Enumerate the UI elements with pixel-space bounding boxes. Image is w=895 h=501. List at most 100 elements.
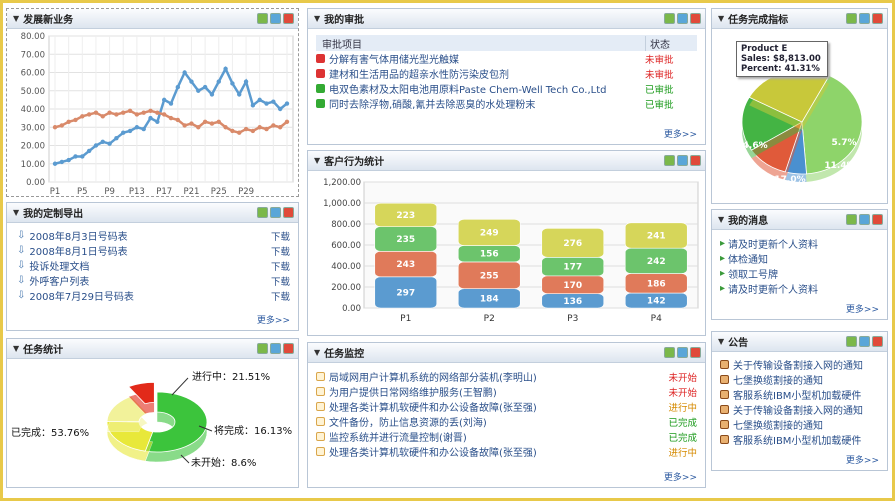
panel-header[interactable]: ▼ 我的定制导出 bbox=[7, 203, 298, 223]
download-link[interactable]: 下载 bbox=[271, 229, 290, 243]
notice-link[interactable]: 客服系统IBM小型机加载硬件 bbox=[733, 387, 861, 402]
panel-header[interactable]: ▼ 任务监控 bbox=[308, 343, 705, 363]
download-link[interactable]: 下载 bbox=[271, 244, 290, 258]
message-link[interactable]: 请及时更新个人资料 bbox=[728, 281, 818, 296]
panel-header[interactable]: ▼ 任务完成指标 bbox=[712, 9, 887, 29]
download-icon: ⇩ bbox=[17, 230, 26, 241]
minimize-icon[interactable] bbox=[664, 13, 675, 24]
notice-link[interactable]: 七堡换缆割接的通知 bbox=[733, 417, 823, 432]
task-item-label[interactable]: 监控系统并进行流量控制(谢晋) bbox=[329, 429, 467, 444]
list-item: ⇩ 2008年8月3日号码表 下载 bbox=[17, 228, 290, 243]
approval-item-label[interactable]: 建材和生活用品的超亲水性防污染皮包剂 bbox=[329, 66, 509, 81]
close-icon[interactable] bbox=[690, 347, 701, 358]
maximize-icon[interactable] bbox=[677, 155, 688, 166]
data-point bbox=[168, 101, 174, 106]
close-icon[interactable] bbox=[872, 214, 883, 225]
data-label: 297 bbox=[396, 288, 415, 298]
task-item-label[interactable]: 文件备份，防止信息资源的丢(刘海) bbox=[329, 414, 487, 429]
notice-link[interactable]: 七堡换缆割接的通知 bbox=[733, 372, 823, 387]
panel-header[interactable]: ▼ 任务统计 bbox=[7, 339, 298, 359]
minimize-icon[interactable] bbox=[846, 336, 857, 347]
maximize-icon[interactable] bbox=[859, 336, 870, 347]
data-label: 136 bbox=[563, 297, 582, 307]
maximize-icon[interactable] bbox=[270, 13, 281, 24]
maximize-icon[interactable] bbox=[859, 214, 870, 225]
message-link[interactable]: 请及时更新个人资料 bbox=[728, 236, 818, 251]
data-point bbox=[155, 119, 160, 124]
export-item-label[interactable]: 外呼客户列表 bbox=[29, 273, 89, 288]
data-point bbox=[216, 79, 221, 84]
minimize-icon[interactable] bbox=[846, 214, 857, 225]
panel-header[interactable]: ▼ 我的审批 bbox=[308, 9, 705, 29]
slice-label: 进行中：21.51% bbox=[192, 370, 270, 383]
approval-item-label[interactable]: 同时去除浮物,硝酸,氰并去除恶臭的水处理粉末 bbox=[329, 96, 535, 111]
close-icon[interactable] bbox=[872, 336, 883, 347]
collapse-icon[interactable]: ▼ bbox=[718, 337, 724, 346]
download-link[interactable]: 下载 bbox=[271, 289, 290, 303]
download-link[interactable]: 下载 bbox=[271, 259, 290, 273]
x-tick-label: P1 bbox=[400, 314, 411, 324]
download-link[interactable]: 下载 bbox=[271, 274, 290, 288]
data-point bbox=[107, 141, 112, 146]
collapse-icon[interactable]: ▼ bbox=[718, 215, 724, 224]
task-item-label[interactable]: 为用户提供日常网络维护服务(王智鹏) bbox=[329, 384, 497, 399]
task-item-label[interactable]: 局域网用户计算机系统的网络部分装机(李明山) bbox=[329, 369, 537, 384]
task-item-label[interactable]: 处理各类计算机软硬件和办公设备故障(张至强) bbox=[329, 399, 537, 414]
data-point bbox=[127, 108, 133, 114]
minimize-icon[interactable] bbox=[664, 155, 675, 166]
panel-header[interactable]: ▼ 发展新业务 bbox=[7, 9, 298, 29]
close-icon[interactable] bbox=[690, 13, 701, 24]
task-item-label[interactable]: 处理各类计算机软硬件和办公设备故障(张至强) bbox=[329, 444, 537, 459]
maximize-icon[interactable] bbox=[270, 343, 281, 354]
data-point bbox=[257, 97, 262, 103]
minimize-icon[interactable] bbox=[846, 13, 857, 24]
collapse-icon[interactable]: ▼ bbox=[314, 348, 320, 357]
maximize-icon[interactable] bbox=[677, 347, 688, 358]
more-link[interactable]: 更多>> bbox=[846, 302, 879, 315]
export-item-label[interactable]: 2008年7月29日号码表 bbox=[29, 288, 134, 303]
message-link[interactable]: 领取工号牌 bbox=[728, 266, 778, 281]
collapse-icon[interactable]: ▼ bbox=[13, 14, 19, 23]
more-link[interactable]: 更多>> bbox=[846, 453, 879, 466]
minimize-icon[interactable] bbox=[257, 343, 268, 354]
export-item-label[interactable]: 投诉处理文档 bbox=[29, 258, 89, 273]
close-icon[interactable] bbox=[872, 13, 883, 24]
minimize-icon[interactable] bbox=[664, 347, 675, 358]
maximize-icon[interactable] bbox=[270, 207, 281, 218]
message-link[interactable]: 体检通知 bbox=[728, 251, 768, 266]
panel-header[interactable]: ▼ 我的消息 bbox=[712, 210, 887, 230]
collapse-icon[interactable]: ▼ bbox=[314, 156, 320, 165]
export-item-label[interactable]: 2008年8月1日号码表 bbox=[29, 243, 127, 258]
approval-item-label[interactable]: 电双色素材及太阳电池用原料Paste Chem-Well Tech Co.,Lt… bbox=[329, 81, 606, 96]
export-item-label[interactable]: 2008年8月3日号码表 bbox=[29, 228, 127, 243]
slice-label: 17.0% bbox=[774, 175, 805, 185]
more-link[interactable]: 更多>> bbox=[257, 313, 290, 326]
close-icon[interactable] bbox=[283, 207, 294, 218]
panel-behavior: ▼ 客户行为统计 0.00 200.00 400.00 600.00 800.00 1,00… bbox=[307, 150, 706, 336]
maximize-icon[interactable] bbox=[859, 13, 870, 24]
notice-link[interactable]: 客服系统IBM小型机加载硬件 bbox=[733, 432, 861, 447]
close-icon[interactable] bbox=[283, 13, 294, 24]
panel-header[interactable]: ▼ 客户行为统计 bbox=[308, 151, 705, 171]
approval-item-label[interactable]: 分解有害气体用储光型光触媒 bbox=[329, 51, 459, 66]
notice-link[interactable]: 关于传输设备割接入网的通知 bbox=[733, 402, 863, 417]
data-point bbox=[168, 115, 174, 121]
data-point bbox=[271, 123, 276, 128]
task-icon bbox=[316, 372, 325, 381]
collapse-icon[interactable]: ▼ bbox=[718, 14, 724, 23]
minimize-icon[interactable] bbox=[257, 13, 268, 24]
maximize-icon[interactable] bbox=[677, 13, 688, 24]
close-icon[interactable] bbox=[283, 343, 294, 354]
collapse-icon[interactable]: ▼ bbox=[13, 344, 19, 353]
line-chart: 0.00 10.00 20.00 30.00 40.00 50.00 60.00 70.00 8… bbox=[21, 32, 294, 197]
table-header: 审批项目 状态 bbox=[316, 35, 697, 51]
collapse-icon[interactable]: ▼ bbox=[314, 14, 320, 23]
more-link[interactable]: 更多>> bbox=[664, 127, 697, 140]
notice-link[interactable]: 关于传输设备割接入网的通知 bbox=[733, 357, 863, 372]
panel-header[interactable]: ▼ 公告 bbox=[712, 332, 887, 352]
status-badge: 未审批 bbox=[645, 69, 674, 81]
minimize-icon[interactable] bbox=[257, 207, 268, 218]
more-link[interactable]: 更多>> bbox=[664, 470, 697, 483]
close-icon[interactable] bbox=[690, 155, 701, 166]
collapse-icon[interactable]: ▼ bbox=[13, 208, 19, 217]
